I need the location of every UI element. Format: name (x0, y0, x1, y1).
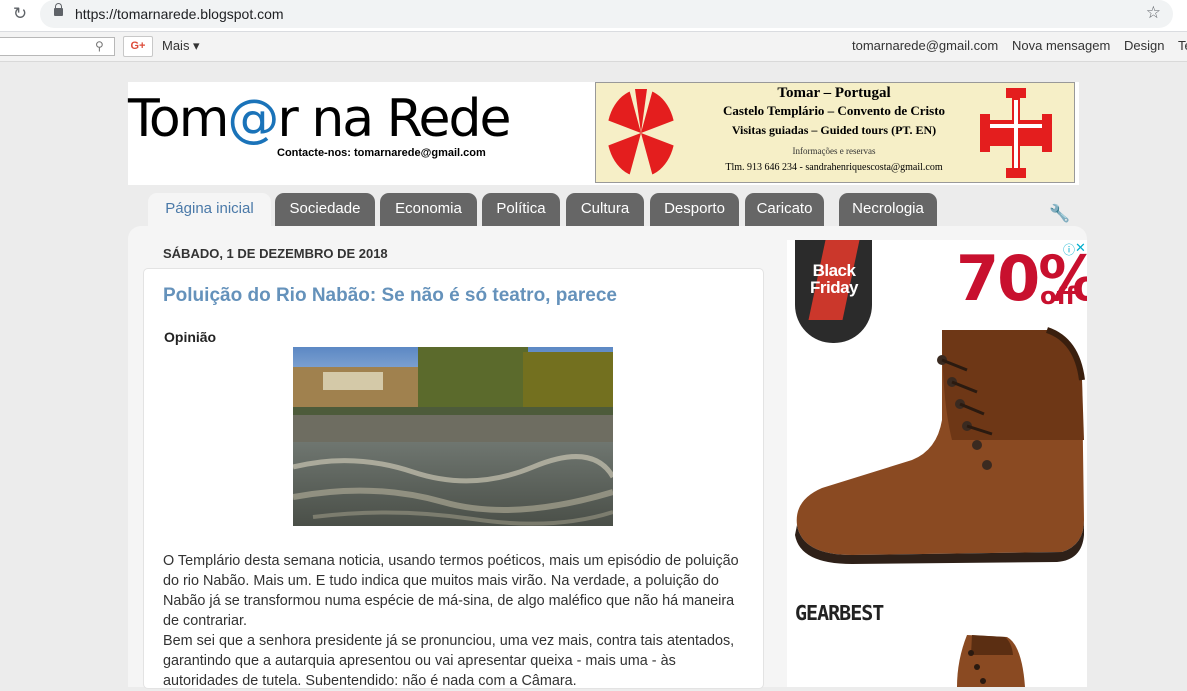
post-body: O Templário desta semana noticia, usando… (163, 551, 748, 691)
badge-text-black: Black (812, 261, 856, 280)
templar-cross-icon (607, 89, 675, 177)
blogger-navbar: ⚲ G+ Mais ▾ tomarnarede@gmail.com Nova m… (0, 32, 1187, 62)
ad-choices-icon[interactable]: ⓘ (1063, 241, 1075, 258)
banner-monuments: Castelo Templário – Convento de Cristo (722, 103, 946, 118)
post-paragraph: Bem sei que a senhora presidente já se p… (163, 633, 735, 689)
bookmark-star-icon[interactable]: ☆ (1146, 3, 1161, 23)
post-title[interactable]: Poluição do Rio Nabão: Se não é só teatr… (163, 285, 617, 307)
post-paragraph: O Templário desta semana noticia, usando… (163, 553, 739, 629)
tab-economia[interactable]: Economia (380, 193, 477, 226)
reload-icon[interactable]: ↻ (10, 4, 30, 24)
tab-caricato[interactable]: Caricato (745, 193, 824, 226)
banner-info: Informações e reservas (792, 146, 876, 156)
tab-politica[interactable]: Política (482, 193, 560, 226)
truncated-link[interactable]: Te (1178, 38, 1187, 53)
post-date: SÁBADO, 1 DE DEZEMBRO DE 2018 (163, 246, 388, 261)
contact-line: Contacte-nos: tomarnarede@gmail.com (277, 147, 486, 159)
banner-tours: Visitas guiadas – Guided tours (PT. EN) (731, 123, 937, 137)
design-link[interactable]: Design (1124, 38, 1164, 53)
tab-cultura[interactable]: Cultura (566, 193, 644, 226)
blog-search-input[interactable]: ⚲ (0, 37, 115, 56)
wrench-icon[interactable]: 🔧 (1049, 204, 1070, 224)
blog-header: Tom@r na Rede Contacte-nos: tomarnarede@… (128, 82, 1079, 185)
more-menu[interactable]: Mais ▾ (162, 38, 200, 54)
tab-necrologia[interactable]: Necrologia (839, 193, 937, 226)
ad-off-label: off (1040, 282, 1076, 310)
boot-image-2 (957, 635, 1025, 687)
gearbest-logo: GEARBEST (795, 601, 884, 625)
browser-toolbar: ↻ https://tomarnarede.blogspot.com ☆ (0, 0, 1187, 32)
search-icon[interactable]: ⚲ (95, 39, 104, 53)
post-label: Opinião (164, 329, 217, 345)
account-email[interactable]: tomarnarede@gmail.com (852, 38, 998, 53)
new-post-link[interactable]: Nova mensagem (1012, 38, 1110, 53)
boot-image (795, 327, 1085, 564)
badge-text-friday: Friday (809, 278, 859, 297)
sidebar-advertisement[interactable]: Black Friday 70% off ⓘ ✕ GEARBEST (787, 240, 1087, 687)
url-text[interactable]: https://tomarnarede.blogspot.com (75, 6, 284, 22)
christ-cross-icon (980, 88, 1052, 178)
tab-desporto[interactable]: Desporto (650, 193, 739, 226)
tab-sociedade[interactable]: Sociedade (275, 193, 375, 226)
lock-icon (54, 3, 63, 16)
banner-location: Tomar – Portugal (777, 85, 891, 101)
river-photo[interactable] (293, 347, 613, 526)
tour-banner-ad[interactable]: Tomar – Portugal Castelo Templário – Con… (595, 82, 1075, 183)
tab-pagina-inicial[interactable]: Página inicial (148, 193, 271, 228)
address-bar[interactable]: https://tomarnarede.blogspot.com ☆ (40, 0, 1173, 28)
banner-contact: Tlm. 913 646 234 - sandrahenriquescosta@… (725, 162, 943, 173)
blog-title[interactable]: Tom@r na Rede (128, 89, 511, 149)
google-plus-button[interactable]: G+ (123, 36, 153, 57)
close-icon[interactable]: ✕ (1075, 240, 1086, 256)
